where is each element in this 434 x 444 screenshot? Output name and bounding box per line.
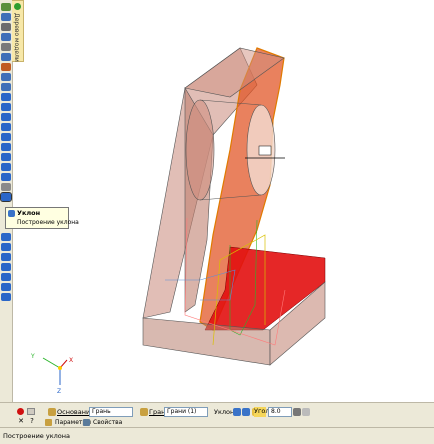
tree-tab[interactable]: Дерево модели (12, 0, 24, 62)
tool-icon[interactable] (1, 173, 11, 181)
base-icon (48, 408, 56, 416)
axis-origin (58, 366, 62, 370)
slope-tooltip: Уклон Построение уклона (5, 207, 79, 229)
axis-y-line (42, 357, 61, 369)
pin-button[interactable] (27, 408, 35, 415)
tool-icon[interactable] (1, 263, 11, 271)
slope-reverse-icon[interactable] (242, 408, 250, 416)
tool-icon[interactable] (1, 273, 11, 281)
tooltip-title: Уклон (17, 209, 41, 217)
tool-icon[interactable] (1, 183, 11, 191)
tab-properties-label: Свойства (93, 419, 123, 426)
base-field[interactable]: Грань (89, 407, 133, 417)
angle-dimension-label (258, 145, 272, 156)
angle-lock-icon[interactable] (293, 408, 301, 416)
tool-icon[interactable] (1, 33, 11, 41)
tool-icon[interactable] (1, 53, 11, 61)
tool-icon[interactable] (1, 243, 11, 251)
tool-icon[interactable] (1, 143, 11, 151)
tool-icon[interactable] (1, 253, 11, 261)
help-icon[interactable]: ? (28, 417, 36, 425)
tool-icon[interactable] (1, 73, 11, 81)
faces-icon (140, 408, 148, 416)
tool-icon[interactable] (1, 133, 11, 141)
model-view: Y Z X (30, 47, 326, 395)
tooltip-description: Построение уклона (17, 219, 79, 226)
angle-stepper[interactable] (302, 408, 310, 416)
tool-icon[interactable] (1, 123, 11, 131)
tool-icon[interactable] (1, 3, 11, 11)
tree-tab-label: Дерево модели (13, 13, 20, 62)
axis-z-label: Z (57, 388, 61, 395)
slope-icon (8, 210, 15, 217)
tool-icon[interactable] (1, 93, 11, 101)
tool-icon[interactable] (1, 293, 11, 301)
slope-direction-icon[interactable] (233, 408, 241, 416)
tool-icon[interactable] (1, 233, 11, 241)
close-icon[interactable]: ✕ (17, 417, 25, 425)
tab-properties[interactable]: Свойства (83, 418, 122, 427)
hole-rear (185, 99, 215, 201)
faces-field[interactable]: Грани (1) (164, 407, 208, 417)
properties-tab-icon (83, 419, 90, 426)
stop-button[interactable] (17, 408, 24, 415)
model-viewport[interactable]: Y Z X (25, 0, 434, 402)
tool-icon[interactable] (1, 163, 11, 171)
slope-tool-icon[interactable] (0, 192, 12, 202)
angle-field[interactable]: 8.0 (268, 407, 292, 417)
tool-icon[interactable] (1, 153, 11, 161)
parameters-tab-icon (45, 419, 52, 426)
tool-icon[interactable] (1, 43, 11, 51)
tool-icon[interactable] (1, 283, 11, 291)
status-text: Построение уклона (3, 432, 71, 440)
tool-icon[interactable] (1, 13, 11, 21)
slope-label: Уклон (214, 408, 235, 416)
parameters-panel: ✕ ? Основание Грань Грани Грани (1) Укло… (0, 402, 434, 427)
angle-label: Угол (254, 407, 270, 417)
axis-x-label: X (69, 357, 73, 364)
tree-icon (14, 3, 21, 10)
tool-icon[interactable] (1, 83, 11, 91)
tool-icon[interactable] (1, 113, 11, 121)
tool-icon[interactable] (1, 23, 11, 31)
tool-icon[interactable] (1, 103, 11, 111)
tool-icon[interactable] (1, 63, 11, 71)
axis-y-label: Y (30, 353, 35, 360)
status-bar: Построение уклона (0, 427, 434, 444)
